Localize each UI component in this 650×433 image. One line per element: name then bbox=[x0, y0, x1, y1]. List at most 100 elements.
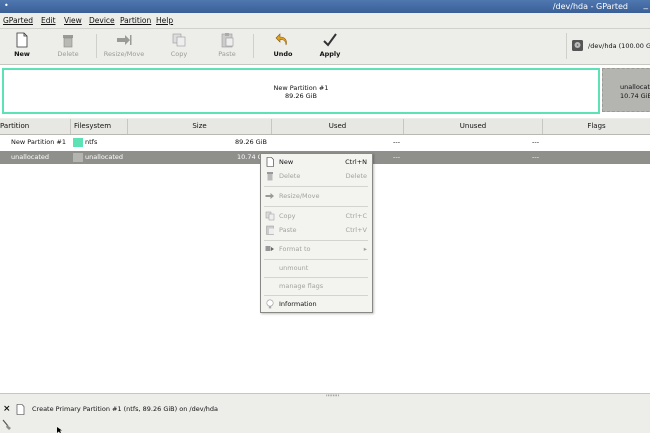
menu-item-new[interactable]: New Ctrl+N bbox=[261, 156, 372, 169]
format-icon bbox=[265, 246, 274, 251]
menu-item-copy[interactable]: Copy Ctrl+C bbox=[261, 210, 372, 223]
paste-icon bbox=[221, 33, 234, 48]
table-row[interactable]: New Partition #1 ntfs 89.26 GiB --- --- bbox=[0, 136, 650, 149]
column-unused[interactable]: Unused bbox=[404, 119, 543, 134]
cell-filesystem: ntfs bbox=[85, 138, 98, 146]
resize-move-button[interactable]: Resize/Move bbox=[101, 32, 147, 62]
menu-item-label: New bbox=[279, 158, 294, 166]
paste-label: Paste bbox=[218, 50, 236, 58]
cell-size: 89.26 GiB bbox=[235, 138, 267, 146]
context-menu: New Ctrl+N Delete Delete Resize/Move Cop… bbox=[260, 153, 373, 313]
cell-unused: --- bbox=[532, 138, 540, 146]
cell-filesystem: unallocated bbox=[85, 153, 124, 161]
cell-partition: New Partition #1 bbox=[11, 138, 66, 146]
copy-button[interactable]: Copy bbox=[157, 32, 201, 62]
visual-unallocated-name: unallocated bbox=[620, 83, 650, 91]
minimize-button[interactable]: _ bbox=[644, 0, 649, 10]
cell-unused: --- bbox=[532, 153, 540, 161]
menu-item-unmount[interactable]: unmount bbox=[261, 262, 372, 275]
trash-icon bbox=[63, 35, 73, 48]
toolbar-separator bbox=[253, 34, 254, 58]
menu-item-label: unmount bbox=[279, 264, 309, 272]
new-document-icon bbox=[16, 32, 28, 48]
menu-item-shortcut: Ctrl+V bbox=[345, 226, 367, 234]
menu-separator bbox=[264, 240, 368, 241]
device-selector[interactable]: /dev/hda (100.00 G bbox=[566, 33, 650, 59]
menu-separator bbox=[264, 295, 368, 296]
delete-label: Delete bbox=[57, 50, 79, 58]
device-label: /dev/hda (100.00 G bbox=[588, 42, 650, 50]
partition-visual-map: New Partition #1 89.26 GiB unallocated 1… bbox=[0, 65, 650, 118]
visual-unallocated-size: 10.74 GiB bbox=[620, 92, 650, 100]
cell-used: --- bbox=[393, 153, 401, 161]
resize-arrow-icon bbox=[265, 193, 274, 199]
apply-button[interactable]: Apply bbox=[308, 32, 352, 62]
toolbar-separator bbox=[96, 34, 97, 58]
menu-item-label: Paste bbox=[279, 226, 297, 234]
menu-item-label: Copy bbox=[279, 212, 296, 220]
column-used[interactable]: Used bbox=[272, 119, 404, 134]
submenu-arrow-icon: ▸ bbox=[363, 245, 367, 253]
resize-arrow-icon bbox=[117, 35, 132, 45]
paste-button[interactable]: Paste bbox=[205, 32, 249, 62]
paste-icon bbox=[266, 225, 274, 235]
menu-item-label: Delete bbox=[279, 172, 301, 180]
apply-label: Apply bbox=[319, 50, 341, 58]
menu-device[interactable]: Device bbox=[89, 16, 115, 25]
menu-item-shortcut: Delete bbox=[345, 172, 367, 180]
delete-button[interactable]: Delete bbox=[46, 32, 90, 62]
undo-icon bbox=[275, 33, 287, 46]
menu-item-label: Format to bbox=[279, 245, 311, 253]
menu-view[interactable]: View bbox=[64, 16, 82, 25]
lightbulb-icon bbox=[266, 299, 274, 309]
menu-item-label: manage flags bbox=[279, 282, 324, 290]
mouse-cursor-icon bbox=[57, 427, 62, 433]
checkmark-icon bbox=[323, 33, 337, 47]
title-bar: • /dev/hda - GParted _ bbox=[0, 0, 650, 13]
window-menu-icon[interactable]: • bbox=[4, 1, 9, 10]
cell-used: --- bbox=[393, 138, 401, 146]
undo-button[interactable]: Undo bbox=[261, 32, 305, 62]
column-flags[interactable]: Flags bbox=[543, 119, 650, 134]
toolbar: New Delete Resize/Move Copy Paste Undo A… bbox=[0, 29, 650, 65]
menu-bar: GParted Edit View Device Partition Help bbox=[0, 13, 650, 29]
operation-item: Create Primary Partition #1 (ntfs, 89.26… bbox=[32, 405, 218, 413]
window-title: /dev/hda - GParted bbox=[552, 2, 628, 11]
grip-dots-icon: '''''''' bbox=[326, 394, 340, 401]
filesystem-color-swatch bbox=[73, 138, 83, 147]
cell-partition: unallocated bbox=[11, 153, 50, 161]
visual-partition-size: 89.26 GiB bbox=[285, 92, 317, 100]
menu-edit[interactable]: Edit bbox=[41, 16, 56, 25]
menu-item-label: Information bbox=[279, 300, 317, 308]
menu-item-manage-flags[interactable]: manage flags bbox=[261, 280, 372, 293]
menu-help[interactable]: Help bbox=[156, 16, 173, 25]
hard-disk-icon bbox=[572, 40, 583, 51]
menu-separator bbox=[264, 206, 368, 207]
copy-label: Copy bbox=[170, 50, 188, 58]
copy-icon bbox=[172, 33, 186, 47]
visual-partition-1[interactable]: New Partition #1 89.26 GiB bbox=[2, 68, 600, 114]
column-filesystem[interactable]: Filesystem bbox=[71, 119, 128, 134]
menu-item-paste[interactable]: Paste Ctrl+V bbox=[261, 224, 372, 237]
menu-gparted[interactable]: GParted bbox=[3, 16, 33, 25]
new-document-icon bbox=[266, 157, 274, 167]
visual-unallocated[interactable]: unallocated 10.74 GiB bbox=[602, 68, 650, 112]
menu-item-information[interactable]: Information bbox=[261, 298, 372, 311]
new-button[interactable]: New bbox=[0, 32, 44, 62]
menu-separator bbox=[264, 259, 368, 260]
menu-item-delete[interactable]: Delete Delete bbox=[261, 170, 372, 183]
column-partition[interactable]: Partition bbox=[0, 119, 71, 134]
undo-label: Undo bbox=[273, 50, 293, 58]
menu-item-label: Resize/Move bbox=[279, 192, 320, 200]
close-icon[interactable]: × bbox=[3, 404, 11, 414]
menu-partition[interactable]: Partition bbox=[120, 16, 151, 25]
brush-icon[interactable] bbox=[2, 419, 12, 431]
menu-item-format-to[interactable]: Format to ▸ bbox=[261, 243, 372, 256]
table-header: Partition Filesystem Size Used Unused Fl… bbox=[0, 119, 650, 135]
menu-item-resize-move[interactable]: Resize/Move bbox=[261, 190, 372, 203]
menu-separator bbox=[264, 277, 368, 278]
new-document-icon bbox=[16, 404, 25, 415]
resize-move-label: Resize/Move bbox=[103, 50, 145, 58]
column-size[interactable]: Size bbox=[128, 119, 272, 134]
pending-operations-pane: × Create Primary Partition #1 (ntfs, 89.… bbox=[0, 401, 650, 433]
